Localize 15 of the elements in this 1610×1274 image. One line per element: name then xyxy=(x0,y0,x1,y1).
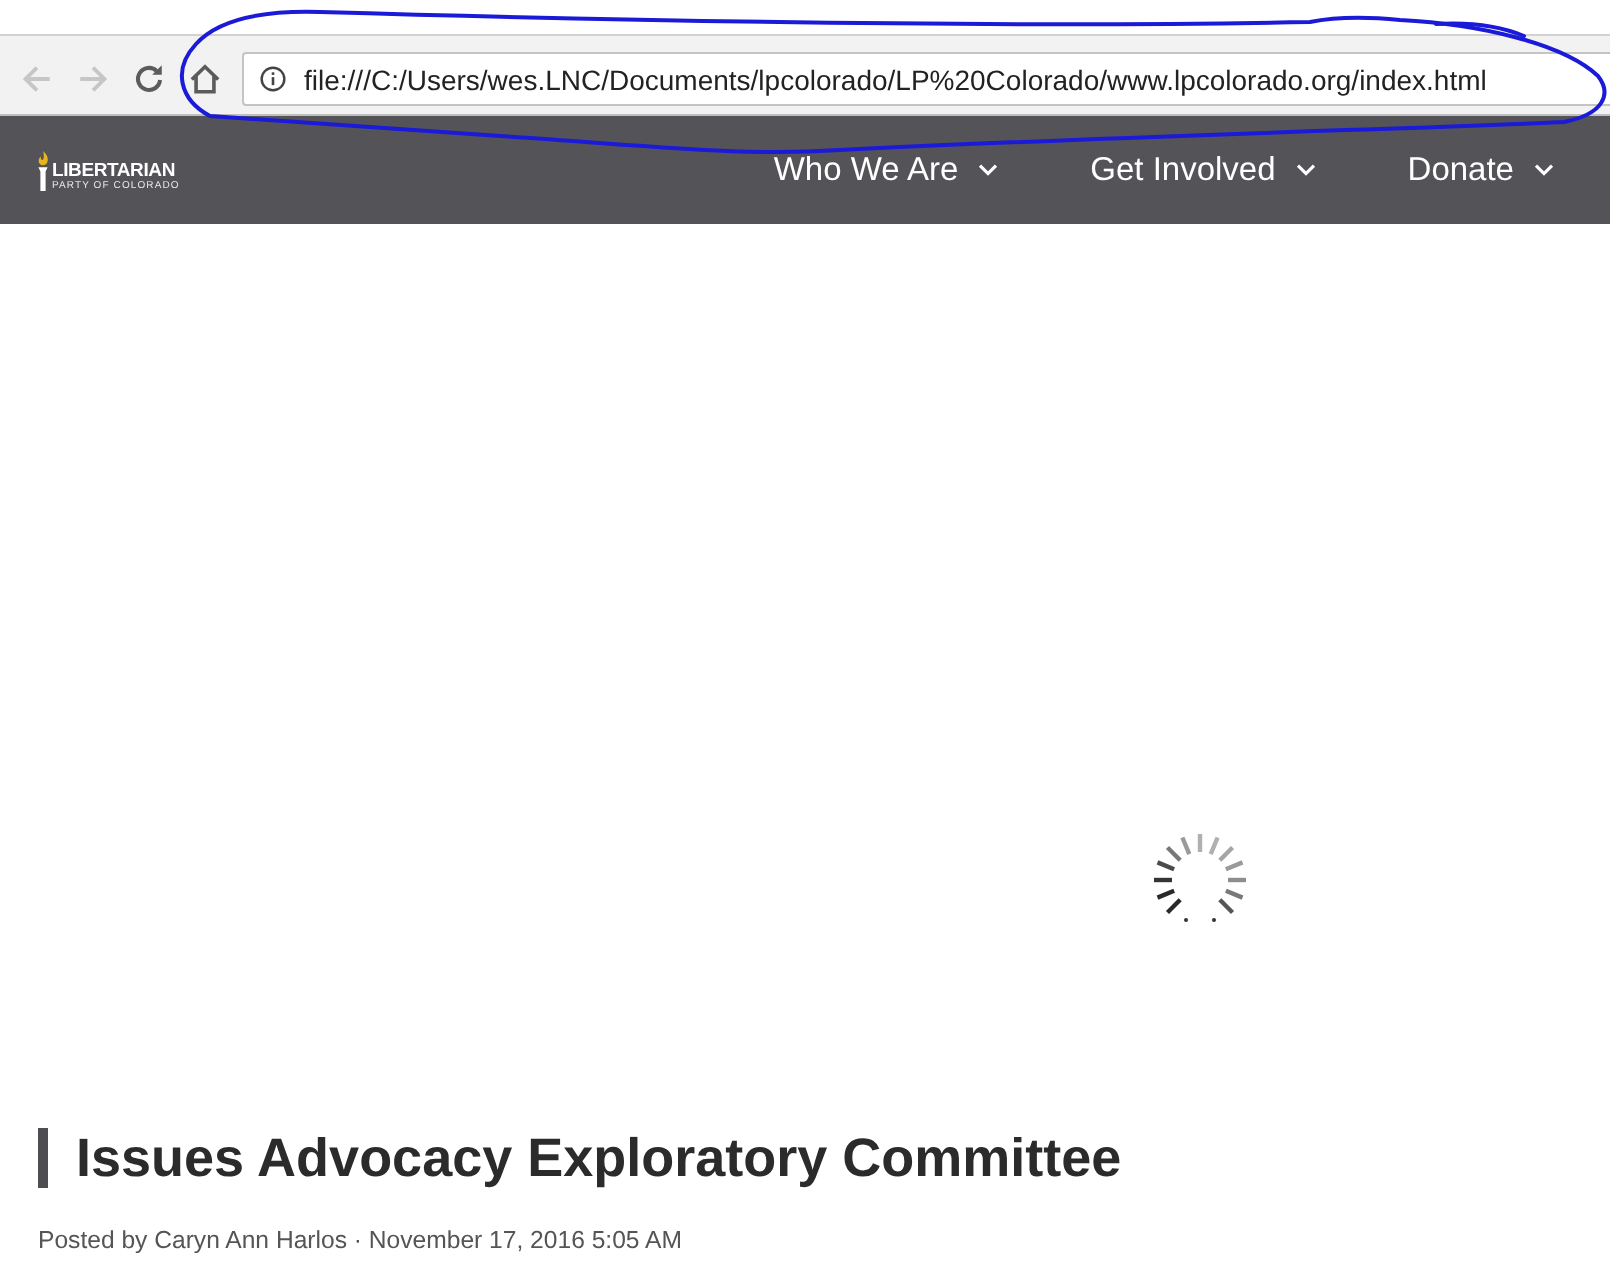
reload-icon xyxy=(131,62,165,96)
post-title: Issues Advocacy Exploratory Committee xyxy=(38,1128,1122,1188)
torch-icon xyxy=(36,150,50,192)
info-icon xyxy=(260,66,286,92)
nav-menu-link[interactable]: Donate xyxy=(1361,116,1600,224)
nav-menu-link[interactable]: Get Involved xyxy=(1044,116,1362,224)
chevron-down-icon xyxy=(1295,164,1316,176)
home-icon xyxy=(187,62,221,96)
address-field[interactable]: file:///C:/Users/wes.LNC/Documents/lpcolorado/LP%20Colorado/www.lpcolorado.org/index.html xyxy=(242,52,1610,106)
post-byline: Posted by Caryn Ann Harlos · November 17, 2016 5:05 AM xyxy=(38,1224,682,1256)
forward-arrow-icon xyxy=(75,62,109,96)
back-arrow-icon xyxy=(19,62,53,96)
chevron-down-icon xyxy=(978,164,999,176)
nav-menu-link[interactable]: Who We Are xyxy=(727,116,1045,224)
chevron-down-icon xyxy=(1534,164,1554,176)
